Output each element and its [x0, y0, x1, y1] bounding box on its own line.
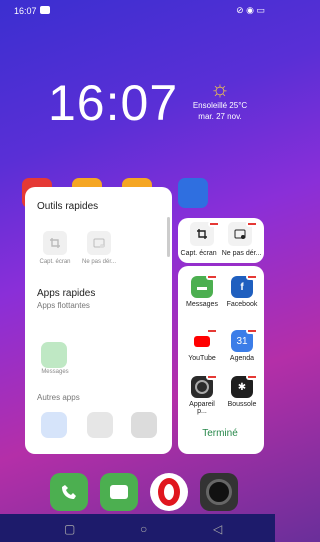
app-compass[interactable]: ✱ Boussole [224, 376, 260, 408]
remove-badge[interactable] [246, 328, 258, 334]
apps-shortcut-panel: ▬ Messages f Facebook YouTube 31 Agenda … [178, 266, 264, 454]
done-button[interactable]: Terminé [198, 428, 242, 439]
home-button[interactable]: ○ [140, 522, 147, 536]
messages-icon[interactable] [41, 342, 67, 368]
date-text: mar. 27 nov. [198, 112, 242, 121]
floating-apps-subtitle: Apps flottantes [37, 301, 90, 310]
calendar-icon[interactable] [41, 412, 67, 438]
phone-icon [62, 485, 76, 499]
dnd-label: Ne pas dér... [81, 259, 117, 265]
screenshot-label: Capt. écran [39, 259, 71, 265]
scrollbar[interactable] [167, 217, 170, 257]
dnd-icon [234, 229, 246, 239]
remove-badge[interactable] [246, 274, 258, 280]
app-label: Boussole [227, 401, 257, 408]
app-label: Appareil p... [189, 401, 215, 415]
tools-shortcut-panel: Capt. écran Ne pas dér... [178, 218, 264, 263]
screenshot-tool[interactable] [43, 231, 67, 255]
app-icon[interactable] [131, 412, 157, 438]
app-youtube[interactable]: YouTube [184, 330, 220, 362]
back-button[interactable]: ◁ [213, 522, 222, 536]
app-messages[interactable]: ▬ Messages [184, 276, 220, 308]
weather-text: Ensoleillé 25°C [192, 101, 248, 110]
app-facebook[interactable]: f Facebook [224, 276, 260, 308]
navigation-bar: ▢ ○ ◁ [0, 514, 275, 542]
status-icons: ⊘ ◉ ▭ [236, 5, 265, 15]
security-app-icon [178, 178, 208, 208]
weather-widget[interactable]: ☼ Ensoleillé 25°C mar. 27 nov. [185, 78, 255, 122]
app-camera[interactable]: Appareil p... [184, 376, 220, 415]
crop-icon [50, 238, 60, 248]
app-label: Messages [186, 301, 218, 308]
status-bar: 16:07 ⊘ ◉ ▭ [0, 0, 275, 22]
apps-title: Apps rapides [37, 288, 96, 299]
opera-app-icon[interactable] [150, 473, 188, 511]
remove-badge[interactable] [246, 374, 258, 380]
calendar-date: 31 [236, 335, 248, 347]
dnd-tool[interactable] [87, 231, 111, 255]
screenshot-shortcut-label: Capt. écran [180, 250, 217, 257]
dnd-shortcut-label: Ne pas dér... [221, 250, 262, 257]
clock: 16:07 [48, 75, 179, 131]
remove-badge[interactable] [206, 328, 218, 334]
app-label: Facebook [226, 301, 258, 308]
opera-icon [158, 478, 180, 506]
recents-button[interactable]: ▢ [64, 522, 75, 536]
camera-app-icon[interactable] [200, 473, 238, 511]
app-label: Agenda [229, 355, 255, 362]
messages-app-icon[interactable] [100, 473, 138, 511]
alarm-icon [40, 6, 50, 14]
remove-badge[interactable] [206, 274, 218, 280]
crop-icon [197, 229, 207, 239]
camera-icon [206, 479, 232, 505]
remove-badge[interactable] [206, 374, 218, 380]
remove-badge[interactable] [208, 221, 220, 227]
app-label: YouTube [188, 355, 216, 362]
remove-badge[interactable] [246, 221, 258, 227]
messages-label: Messages [41, 369, 69, 375]
tools-title: Outils rapides [37, 201, 99, 212]
chat-icon [110, 485, 128, 499]
shortcut-labels: Capt. écran Ne pas dér... [178, 250, 264, 257]
status-time: 16:07 [14, 6, 37, 16]
other-apps-label: Autres apps [37, 393, 80, 402]
dnd-icon [93, 238, 105, 248]
sun-icon: ☼ [209, 76, 231, 101]
camera-icon[interactable] [87, 412, 113, 438]
phone-app-icon[interactable] [50, 473, 88, 511]
quick-tools-panel: Outils rapides Capt. écran Ne pas dér...… [25, 187, 172, 454]
app-agenda[interactable]: 31 Agenda [224, 330, 260, 362]
